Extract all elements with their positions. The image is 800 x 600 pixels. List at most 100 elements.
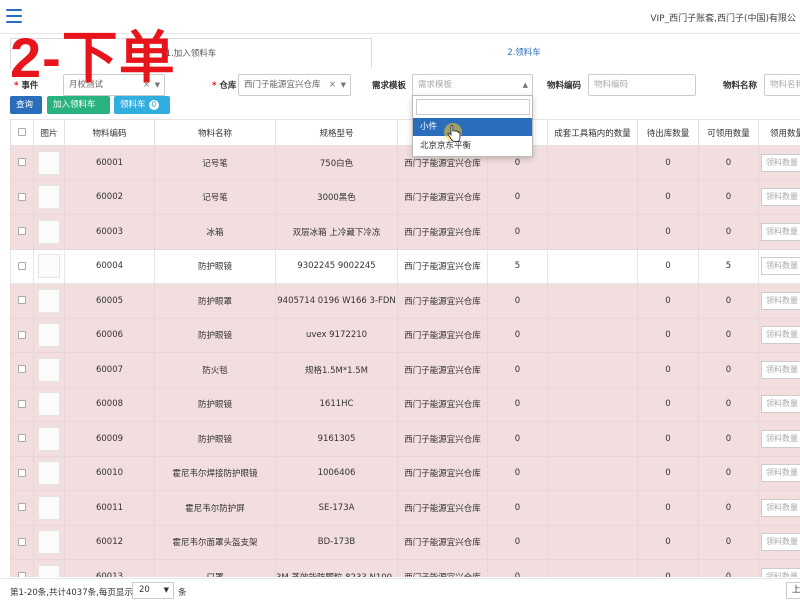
requisition-qty-input[interactable]: 领料数量 bbox=[761, 429, 800, 448]
row-checkbox[interactable] bbox=[10, 524, 34, 560]
step-cart[interactable]: 2.领料车 bbox=[374, 38, 674, 68]
cell-available-qty: 0 bbox=[698, 179, 759, 215]
image-placeholder-icon bbox=[38, 254, 60, 279]
table-row[interactable]: 60013口罩3M 蒸效能防颗粒 8233 N100...西门子能源宜兴仓库00… bbox=[10, 559, 800, 577]
cell-warehouse: 西门子能源宜兴仓库 bbox=[397, 283, 488, 319]
requisition-qty-input[interactable]: 领料数量 bbox=[761, 533, 800, 552]
cell-code: 60007 bbox=[64, 352, 155, 388]
table-row[interactable]: 60005 防护眼罩 9405714 0196 W166 3-FDN 西门子能源宜兴仓… bbox=[10, 283, 800, 319]
cell-kit-qty bbox=[547, 248, 638, 284]
cell-warehouse: 西门子能源宜兴仓库 bbox=[397, 386, 488, 422]
requisition-qty-input[interactable]: 领料数量 bbox=[761, 326, 800, 345]
clear-icon[interactable]: × bbox=[329, 75, 336, 95]
cell-spec: 750白色 bbox=[275, 145, 398, 181]
requisition-qty-input[interactable]: 领料数量 bbox=[761, 257, 800, 276]
query-button[interactable]: 查询 bbox=[10, 96, 42, 114]
row-checkbox[interactable] bbox=[10, 179, 34, 215]
cell-available-qty: 0 bbox=[698, 421, 759, 457]
row-checkbox[interactable] bbox=[10, 559, 34, 577]
row-checkbox[interactable] bbox=[10, 214, 34, 250]
col-name[interactable]: 物料名称 bbox=[154, 119, 276, 146]
requisition-qty-input[interactable]: 领料数量 bbox=[761, 153, 800, 172]
dropdown-search-input[interactable] bbox=[416, 99, 530, 115]
caret-up-icon: ▲ bbox=[522, 81, 528, 89]
cell-pending-qty: 0 bbox=[637, 352, 699, 388]
row-checkbox[interactable] bbox=[10, 283, 34, 319]
table-row[interactable]: 60001 记号笔 750白色 西门子能源宜兴仓库 0 0 0 领料数量 bbox=[10, 145, 800, 181]
cart-button[interactable]: 领料车 0 bbox=[114, 96, 170, 114]
row-checkbox[interactable] bbox=[10, 490, 34, 526]
cell-requisition-qty: 领料数量 bbox=[758, 490, 800, 526]
cell-pending-qty: 0 bbox=[637, 179, 699, 215]
menu-icon[interactable] bbox=[6, 9, 22, 23]
cell-name: 记号笔 bbox=[154, 145, 276, 181]
prev-page-button[interactable]: 上 bbox=[786, 582, 800, 599]
cell-kit-qty bbox=[547, 179, 638, 215]
select-all-checkbox[interactable] bbox=[10, 119, 34, 146]
requisition-qty-input[interactable]: 领料数量 bbox=[761, 395, 800, 414]
image-placeholder-icon bbox=[38, 288, 60, 313]
cell-stock: 0 bbox=[487, 421, 548, 457]
cell-warehouse: 西门子能源宜兴仓库 bbox=[397, 248, 488, 284]
cell-code: 60012 bbox=[64, 524, 155, 560]
row-checkbox[interactable] bbox=[10, 386, 34, 422]
table-row[interactable]: 60011 霍尼韦尔防护屏 SE-173A 西门子能源宜兴仓库 0 0 0 领料数量 bbox=[10, 490, 800, 526]
table-row[interactable]: 60009 防护眼镜 9161305 西门子能源宜兴仓库 0 0 0 领料数量 bbox=[10, 421, 800, 457]
pagination-bar: 第1-20条,共计4037条,每页显示 20 ▼ 条 上 bbox=[0, 578, 800, 600]
cell-pending-qty: 0 bbox=[637, 386, 699, 422]
table-row[interactable]: 60006 防护眼镜 uvex 9172210 西门子能源宜兴仓库 0 0 0 领料数量 bbox=[10, 317, 800, 353]
table-row[interactable]: 60004 防护眼镜 9302245 9002245 西门子能源宜兴仓库 5 0 5 领料数量 bbox=[10, 248, 800, 284]
cell-pending-qty: 0 bbox=[637, 317, 699, 353]
row-checkbox[interactable] bbox=[10, 455, 34, 491]
col-available-qty[interactable]: 可领用数量 bbox=[698, 119, 759, 146]
requisition-qty-input[interactable]: 领料数量 bbox=[761, 188, 800, 207]
name-input[interactable]: 物料名称 bbox=[764, 74, 800, 96]
cell-name: 霍尼韦尔防护屏 bbox=[154, 490, 276, 526]
add-to-cart-button[interactable]: 加入领料车 bbox=[47, 96, 110, 114]
requisition-qty-input[interactable]: 领料数量 bbox=[761, 464, 800, 483]
table-row[interactable]: 60010 霍尼韦尔焊接防护眼镜 1006406 西门子能源宜兴仓库 0 0 0 领料数量 bbox=[10, 455, 800, 491]
cell-spec: uvex 9172210 bbox=[275, 317, 398, 353]
row-checkbox[interactable] bbox=[10, 145, 34, 181]
name-label: 物料名称 bbox=[723, 81, 758, 91]
table-row[interactable]: 60012 霍尼韦尔面罩头盔支架 BD-173B 西门子能源宜兴仓库 0 0 0 领料数量 bbox=[10, 524, 800, 560]
cell-pending-qty: 0 bbox=[637, 559, 699, 577]
cell-kit-qty bbox=[547, 317, 638, 353]
table-row[interactable]: 60003 冰箱 双层冰箱 上冷藏下冷冻 西门子能源宜兴仓库 0 0 0 领料数量 bbox=[10, 214, 800, 250]
cell-name: 霍尼韦尔面罩头盔支架 bbox=[154, 524, 276, 560]
template-select[interactable]: 需求模板 ▲ bbox=[412, 74, 533, 96]
table-row[interactable]: 60002 记号笔 3000黑色 西门子能源宜兴仓库 0 0 0 领料数量 bbox=[10, 179, 800, 215]
row-checkbox[interactable] bbox=[10, 317, 34, 353]
row-checkbox[interactable] bbox=[10, 352, 34, 388]
cell-requisition-qty: 领料数量 bbox=[758, 317, 800, 353]
row-checkbox[interactable] bbox=[10, 421, 34, 457]
cell-warehouse: 西门子能源宜兴仓库 bbox=[397, 490, 488, 526]
dropdown-option[interactable]: 北京京东平衡 bbox=[413, 137, 532, 155]
requisition-qty-input[interactable]: 领料数量 bbox=[761, 360, 800, 379]
cell-available-qty: 0 bbox=[698, 559, 759, 577]
col-kit-qty[interactable]: 成套工具箱内的数量 bbox=[547, 119, 638, 146]
overlay-title: 2-下单 bbox=[10, 26, 176, 89]
table-row[interactable]: 60007 防火毯 规格1.5M*1.5M 西门子能源宜兴仓库 0 0 0 领料数量 bbox=[10, 352, 800, 388]
cell-available-qty: 0 bbox=[698, 352, 759, 388]
image-placeholder-icon bbox=[38, 461, 60, 486]
col-spec[interactable]: 规格型号 bbox=[275, 119, 398, 146]
requisition-qty-input[interactable]: 领料数量 bbox=[761, 498, 800, 517]
page-size-select[interactable]: 20 ▼ bbox=[132, 582, 174, 599]
cell-warehouse: 西门子能源宜兴仓库 bbox=[397, 317, 488, 353]
code-label: 物料编码 bbox=[547, 81, 582, 91]
col-pending-qty[interactable]: 待出库数量 bbox=[637, 119, 699, 146]
cell-stock: 0 bbox=[487, 559, 548, 577]
requisition-qty-input[interactable]: 领料数量 bbox=[761, 222, 800, 241]
cell-stock: 0 bbox=[487, 490, 548, 526]
requisition-qty-input[interactable]: 领料数量 bbox=[761, 291, 800, 310]
code-input[interactable]: 物料编码 bbox=[588, 74, 696, 96]
col-code[interactable]: 物料编码 bbox=[64, 119, 155, 146]
warehouse-select[interactable]: 西门子能源宜兴仓库 × ▼ bbox=[238, 74, 351, 96]
requisition-qty-input[interactable]: 领料数量 bbox=[761, 567, 800, 577]
table-row[interactable]: 60008 防护眼镜 1611HC 西门子能源宜兴仓库 0 0 0 领料数量 bbox=[10, 386, 800, 422]
row-checkbox[interactable] bbox=[10, 248, 34, 284]
image-placeholder-icon bbox=[38, 219, 60, 244]
cell-pending-qty: 0 bbox=[637, 248, 699, 284]
dropdown-option[interactable]: 小件 bbox=[413, 118, 532, 136]
